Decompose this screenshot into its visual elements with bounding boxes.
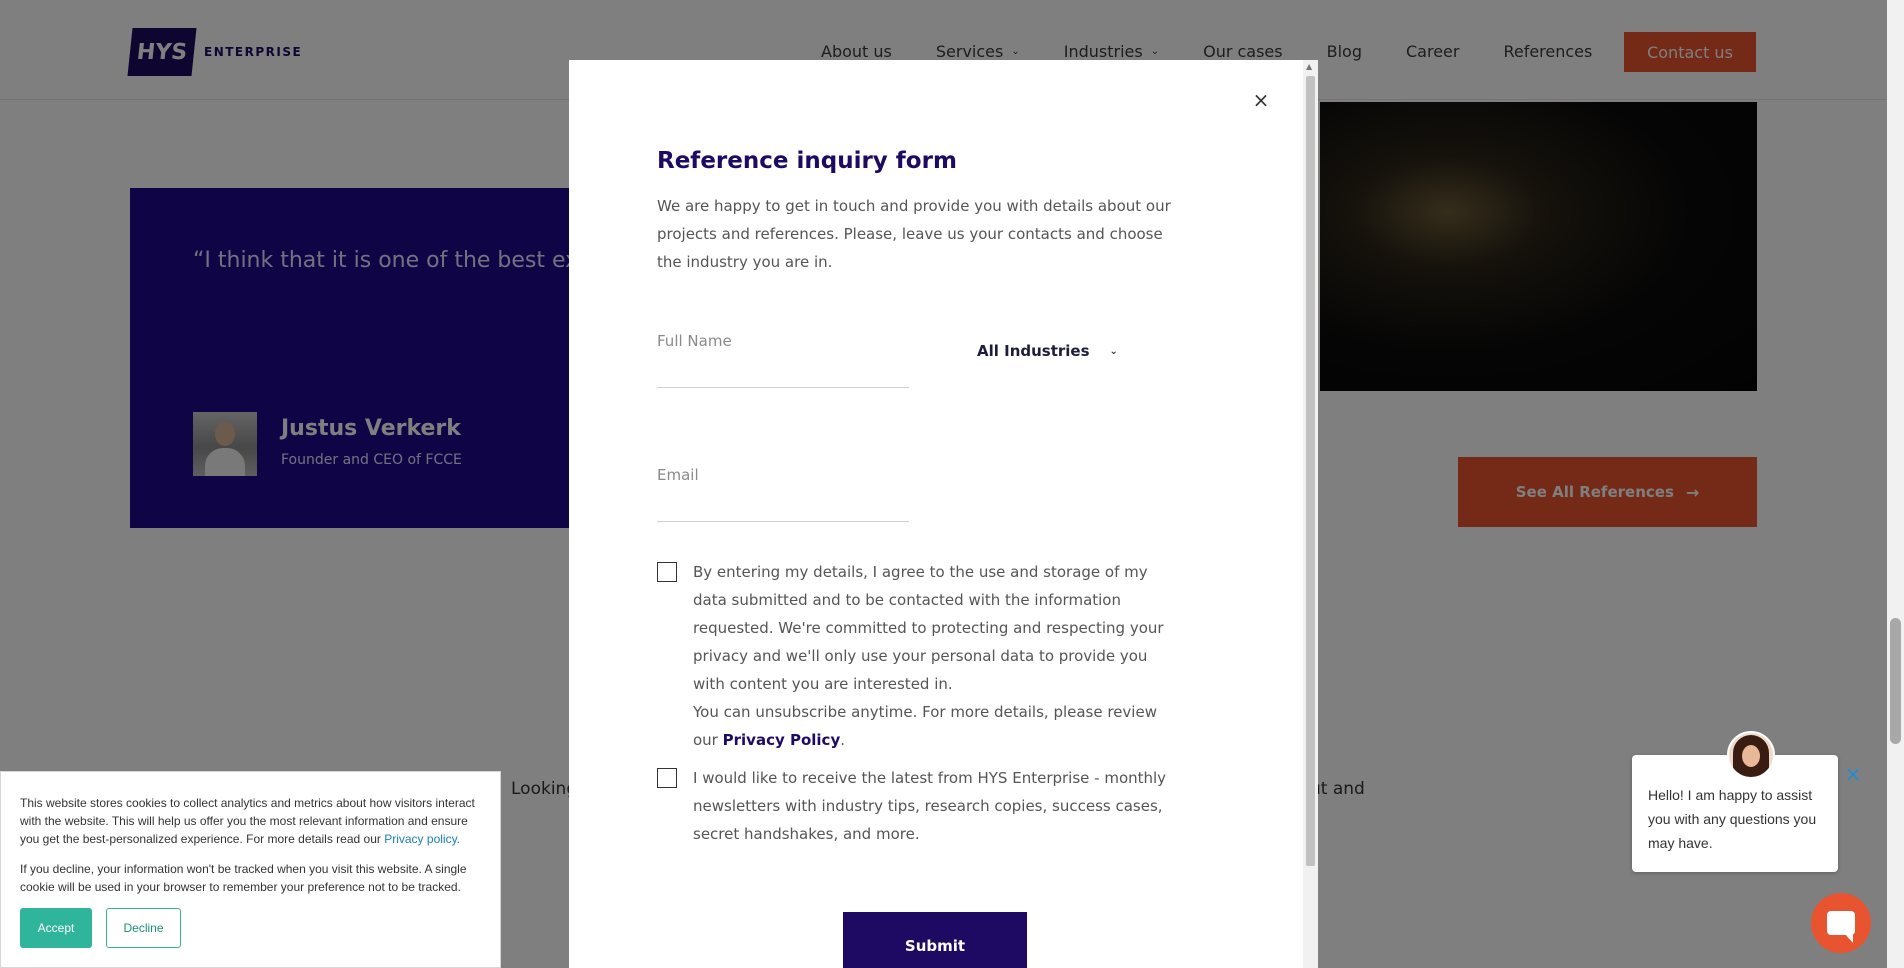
modal-scrollbar-thumb[interactable] [1306,76,1315,866]
newsletter-text: I would like to receive the latest from … [693,769,1167,843]
newsletter-row: I would like to receive the latest from … [657,764,1173,848]
cookie-accept-button[interactable]: Accept [20,908,92,948]
reference-inquiry-modal: ▲ × Reference inquiry form We are happy … [569,60,1318,968]
chat-bubble-icon [1827,911,1855,943]
page-scrollbar-thumb[interactable] [1890,618,1901,744]
cookie-decline-button[interactable]: Decline [106,908,181,948]
cookie-privacy-link[interactable]: Privacy policy. [384,832,460,846]
close-icon[interactable]: × [1843,762,1863,786]
consent-data-text: By entering my details, I agree to the u… [693,563,1164,749]
modal-scrollbar[interactable]: ▲ [1303,60,1318,968]
modal-title: Reference inquiry form [657,148,957,174]
consent-data-row: By entering my details, I agree to the u… [657,558,1173,754]
newsletter-checkbox[interactable] [657,768,677,788]
privacy-policy-link[interactable]: Privacy Policy [723,731,841,749]
chat-agent-avatar [1727,731,1775,779]
industry-select[interactable]: All Industries ⌄ [977,342,1118,360]
cookie-text-secondary: If you decline, your information won't b… [20,862,467,894]
modal-description: We are happy to get in touch and provide… [657,197,1171,271]
email-input[interactable] [657,464,909,484]
full-name-input[interactable] [657,330,909,350]
full-name-field[interactable] [657,330,909,388]
cookie-banner: This website stores cookies to collect a… [0,771,501,968]
email-field[interactable] [657,464,909,522]
cookie-text-primary: This website stores cookies to collect a… [20,794,485,848]
consent-data-main: By entering my details, I agree to the u… [693,563,1164,693]
industry-select-value: All Industries [977,342,1090,360]
chat-message-text: Hello! I am happy to assist you with any… [1648,787,1817,851]
scroll-up-arrow-icon[interactable]: ▲ [1306,62,1312,71]
consent-data-checkbox[interactable] [657,562,677,582]
close-icon[interactable]: × [1249,88,1273,112]
chevron-down-icon: ⌄ [1109,345,1118,357]
page-scrollbar[interactable] [1887,0,1904,968]
chat-launcher-button[interactable] [1811,893,1871,953]
submit-button[interactable]: Submit [843,912,1027,968]
